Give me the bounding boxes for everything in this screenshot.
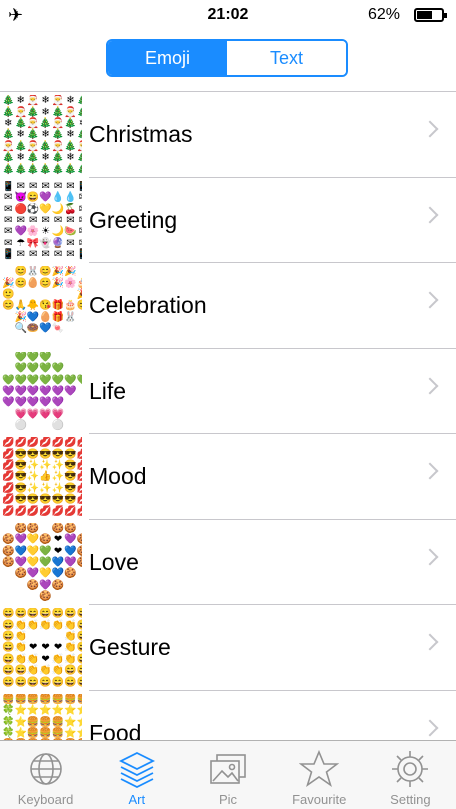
category-row-gesture[interactable]: 😄😄😄😄😄😄😄😄👏👏👏👏👏😄😄👏👏😄😄👏❤❤❤👏😄😄👏👏❤👏👏😄😄😄👏👏👏😄😄😄…	[0, 605, 456, 691]
tab-label: Pic	[218, 792, 238, 807]
emoji-art-thumbnail: 📱✉✉✉✉✉📱✉😈😄💜💧💧✉✉🔴⚽💛🌙🍒✉✉✉✉✉✉✉✉✉💜🌸☀🌙🍉✉✉☂🎀👻🔮…	[2, 180, 82, 261]
globe-icon	[26, 749, 66, 789]
chevron-right-icon	[421, 719, 439, 736]
tab-setting[interactable]: Setting	[365, 741, 456, 809]
layers-icon	[117, 749, 157, 789]
chevron-right-icon	[421, 462, 439, 480]
battery-percentage: 62%	[367, 6, 400, 23]
chevron-right-icon	[421, 548, 439, 565]
category-row-mood[interactable]: 💋💋💋💋💋💋💋💋😎😎😎😎😎💋💋😎✨✨✨😎💋💋😎✨👍✨😎💋💋😎✨✨✨😎💋💋😎😎😎😎…	[0, 434, 456, 520]
star-icon	[298, 749, 340, 789]
tab-favourite[interactable]: Favourite	[274, 741, 365, 809]
category-row-life[interactable]: 💚💚💚💚💚💚💚💚💚💚💚💚💚💚💜💜💜💜💜💜💜💜💜💜💜💗💗💗💗⚪⚪ Life	[0, 349, 456, 434]
emoji-text-segmented-control: Emoji Text	[106, 39, 348, 77]
category-label: Greeting	[89, 206, 178, 233]
segment-emoji[interactable]: Emoji	[108, 41, 227, 75]
category-label: Celebration	[89, 292, 207, 318]
tab-art[interactable]: Art	[91, 741, 182, 809]
tab-label: Favourite	[292, 792, 347, 807]
category-label: Gesture	[89, 634, 171, 660]
category-label: Christmas	[89, 121, 193, 147]
chevron-right-icon	[421, 377, 439, 394]
category-label: Food	[89, 719, 142, 741]
emoji-art-thumbnail: 😄😄😄😄😄😄😄😄👏👏👏👏👏😄😄👏👏😄😄👏❤❤❤👏😄😄👏👏❤👏👏😄😄😄👏👏👏😄😄😄…	[2, 608, 82, 688]
emoji-art-thumbnail: 🍔🍔🍔🍔🍔🍔🍔🍀⭐⭐⭐⭐⭐⭐🍀⭐🍔🍔🍔⭐⭐🍀⭐🍔🍔🍔⭐⭐🍔🍔🍔🍔🍔🍔🍔	[2, 693, 82, 740]
category-list[interactable]: 🎄❄🎅❄🎅❄🎄🎄🎅🎄❄🎄🎅🎄❄🎄🎅🎄🎅🎄❄🎄❄🎄❄🎄❄🎄🎅🎄🎅🎄🎅🎄🎅🎄❄🎄❄🎄…	[0, 92, 456, 740]
category-row-love[interactable]: 🍪🍪🍪🍪🍪💜💛🍪❤💜🍪🍪💙💛💚❤💙🍪🍪💜💛💚💙💜🍪🍪💜💛💙🍪🍪💜🍪🍪 Love	[0, 520, 456, 605]
chevron-right-icon	[421, 633, 439, 651]
category-row-christmas[interactable]: 🎄❄🎅❄🎅❄🎄🎄🎅🎄❄🎄🎅🎄❄🎄🎅🎄🎅🎄❄🎄❄🎄❄🎄❄🎄🎅🎄🎅🎄🎅🎄🎅🎄❄🎄❄🎄…	[0, 92, 456, 178]
tab-label: Art	[128, 792, 146, 807]
emoji-art-thumbnail: 💚💚💚💚💚💚💚💚💚💚💚💚💚💚💜💜💜💜💜💜💜💜💜💜💜💗💗💗💗⚪⚪	[2, 351, 82, 432]
category-label: Mood	[89, 463, 147, 489]
chevron-right-icon	[421, 291, 439, 309]
chevron-right-icon	[421, 120, 439, 138]
tab-pic[interactable]: Pic	[182, 741, 273, 809]
status-bar: ✈ 21:02 62%	[0, 0, 456, 32]
tab-label: Setting	[390, 792, 431, 807]
chevron-right-icon	[421, 206, 439, 223]
category-label: Love	[89, 548, 139, 575]
pictures-icon	[208, 749, 248, 789]
gear-icon	[390, 749, 430, 789]
category-label: Life	[89, 377, 127, 404]
tab-keyboard[interactable]: Keyboard	[0, 741, 91, 809]
emoji-art-thumbnail: 😊🐰😊🎉🎉🎉😊🥚😊🎉🌸🎂🙂🎉😊🙏🐥😘🎁🎂😊🎉💙🥚🎁🐰🔍🍩💙🍬	[2, 266, 82, 335]
battery-icon	[414, 8, 447, 22]
tab-bar: Keyboard Art Pic Favourite Setting	[0, 740, 456, 809]
emoji-art-thumbnail: 🎄❄🎅❄🎅❄🎄🎄🎅🎄❄🎄🎅🎄❄🎄🎅🎄🎅🎄❄🎄❄🎄❄🎄❄🎄🎅🎄🎅🎄🎅🎄🎅🎄❄🎄❄🎄…	[2, 95, 82, 175]
segment-text[interactable]: Text	[227, 41, 346, 75]
emoji-art-thumbnail: 🍪🍪🍪🍪🍪💜💛🍪❤💜🍪🍪💙💛💚❤💙🍪🍪💜💛💚💙💜🍪🍪💜💛💙🍪🍪💜🍪🍪	[2, 522, 82, 603]
tab-label: Keyboard	[17, 792, 74, 807]
category-row-food[interactable]: 🍔🍔🍔🍔🍔🍔🍔🍀⭐⭐⭐⭐⭐⭐🍀⭐🍔🍔🍔⭐⭐🍀⭐🍔🍔🍔⭐⭐🍔🍔🍔🍔🍔🍔🍔 Food	[0, 691, 456, 741]
category-row-greeting[interactable]: 📱✉✉✉✉✉📱✉😈😄💜💧💧✉✉🔴⚽💛🌙🍒✉✉✉✉✉✉✉✉✉💜🌸☀🌙🍉✉✉☂🎀👻🔮…	[0, 178, 456, 263]
category-row-celebration[interactable]: 😊🐰😊🎉🎉🎉😊🥚😊🎉🌸🎂🙂🎉😊🙏🐥😘🎁🎂😊🎉💙🥚🎁🐰🔍🍩💙🍬 Celebratio…	[0, 263, 456, 349]
emoji-art-thumbnail: 💋💋💋💋💋💋💋💋😎😎😎😎😎💋💋😎✨✨✨😎💋💋😎✨👍✨😎💋💋😎✨✨✨😎💋💋😎😎😎😎…	[2, 437, 82, 517]
